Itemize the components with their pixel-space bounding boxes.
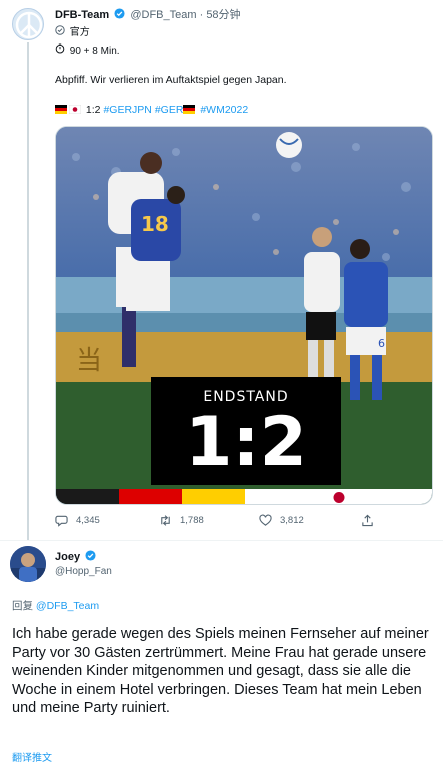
official-badge-icon <box>55 25 67 40</box>
retweet-icon <box>161 515 170 526</box>
like-icon <box>259 514 272 526</box>
retweet-button[interactable]: 1,788 <box>159 514 204 527</box>
reply-button[interactable]: 4,345 <box>55 514 100 527</box>
reply-text: Ich habe gerade wegen des Spiels meinen … <box>12 626 429 716</box>
stopwatch-icon <box>55 43 67 59</box>
retweet-count: 1,788 <box>180 515 204 526</box>
tweet-media[interactable]: 当 18 6 ENDSTAND 1:2 <box>55 126 433 505</box>
reply-author-handle[interactable]: @Hopp_Fan <box>55 566 112 577</box>
reply-to-link[interactable]: @DFB_Team <box>36 600 99 612</box>
translate-link[interactable]: 翻译推文 <box>12 749 52 764</box>
svg-text:6: 6 <box>378 337 385 350</box>
dfb-avatar[interactable] <box>12 8 44 40</box>
tweet-header: DFB-Team @DFB_Team · 58分钟 <box>55 8 241 22</box>
match-time: 90 + 8 Min. <box>69 46 120 57</box>
peace-icon <box>15 11 43 39</box>
tweet-score: 1:2 <box>85 104 101 116</box>
separator: · <box>199 9 204 21</box>
stripe-black <box>56 489 119 504</box>
official-label: 官方 <box>69 27 90 38</box>
verified-icon <box>85 550 96 561</box>
stripe-japan <box>245 489 432 504</box>
tweet-actions: 4,345 1,788 3,812 <box>55 514 385 530</box>
thread-line <box>27 42 29 541</box>
hashtag-wm2022[interactable]: #WM2022 <box>200 104 248 116</box>
hashtag-gerjpn[interactable]: #GERJPN <box>103 104 151 116</box>
stripe-gold <box>182 489 245 504</box>
german-flag-icon <box>183 105 196 114</box>
verified-icon <box>114 8 125 19</box>
share-icon <box>362 514 373 527</box>
reply-author-name[interactable]: Joey <box>55 551 80 563</box>
reply-icon <box>55 515 68 527</box>
reply-prefix: 回复 <box>12 600 33 612</box>
svg-text:18: 18 <box>141 212 169 236</box>
share-button[interactable] <box>361 514 374 527</box>
reply-count: 4,345 <box>76 515 100 526</box>
tweet-text: Abpfiff. Wir verlieren im Auftaktspiel g… <box>55 74 287 86</box>
match-time-row: 90 + 8 Min. <box>55 43 120 59</box>
avatar-image <box>10 546 46 582</box>
like-button[interactable]: 3,812 <box>259 514 304 527</box>
author-handle[interactable]: @DFB_Team <box>130 9 196 21</box>
hashtag-ger[interactable]: #GER <box>155 104 184 116</box>
german-flag-icon <box>55 105 67 114</box>
tweet-score-line: 1:2 #GERJPN #GER #WM2022 <box>55 103 248 117</box>
author-name[interactable]: DFB-Team <box>55 9 109 21</box>
tweet-time[interactable]: 58分钟 <box>206 9 240 21</box>
japan-dot <box>333 492 345 503</box>
official-label-row: 官方 <box>55 25 90 40</box>
japanese-flag-icon <box>69 105 81 114</box>
svg-text:当: 当 <box>76 346 102 376</box>
stripe-red <box>119 489 182 504</box>
reply-to-line: 回复 @DFB_Team <box>12 598 99 613</box>
final-score-box: ENDSTAND 1:2 <box>151 377 341 485</box>
divider <box>0 540 443 541</box>
final-score: 1:2 <box>185 403 307 482</box>
reply-author: Joey <box>55 550 98 563</box>
joey-avatar[interactable] <box>10 546 46 582</box>
like-count: 3,812 <box>280 515 304 526</box>
